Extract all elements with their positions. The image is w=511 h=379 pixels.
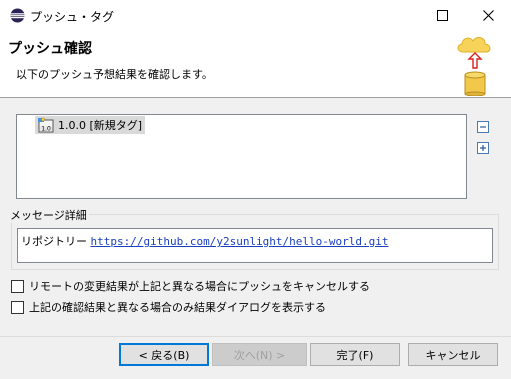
eclipse-icon [10, 8, 25, 23]
show-dialog-label: 上記の確認結果と異なる場合のみ結果ダイアログを表示する [29, 301, 326, 314]
tree-item-label: 1.0.0 [新規タグ] [58, 119, 143, 132]
repository-label: リポジトリー [21, 235, 87, 248]
maximize-button[interactable] [420, 0, 464, 31]
window-title: プッシュ・タグ [30, 10, 115, 24]
finish-button[interactable]: 完了(F) [310, 343, 400, 366]
title-bar: プッシュ・タグ [0, 0, 511, 31]
cancel-button[interactable]: キャンセル [408, 343, 498, 366]
maximize-icon [436, 10, 448, 21]
tree-item-tag[interactable]: 1.0 1.0.0 [新規タグ] [35, 116, 146, 134]
back-button[interactable]: < 戻る(B) [119, 343, 209, 366]
page-description: 以下のプッシュ予想結果を確認します。 [16, 68, 213, 81]
repository-url-link[interactable]: https://github.com/y2sunlight/hello-worl… [91, 235, 389, 248]
close-icon [482, 10, 494, 21]
wizard-banner: プッシュ確認 以下のプッシュ予想結果を確認します。 [0, 31, 511, 97]
push-result-tree[interactable]: 1.0 1.0.0 [新規タグ] [16, 114, 467, 199]
show-dialog-checkbox[interactable] [11, 300, 24, 314]
cancel-on-change-checkbox[interactable] [11, 279, 24, 293]
svg-text:1.0: 1.0 [41, 126, 51, 133]
message-details-field[interactable]: リポジトリー https://github.com/y2sunlight/hel… [17, 228, 493, 263]
push-cloud-icon [457, 36, 491, 96]
message-details-label: メッセージ詳細 [8, 207, 89, 223]
cancel-on-change-option[interactable]: リモートの変更結果が上記と異なる場合にプッシュをキャンセルする [11, 278, 370, 294]
page-title: プッシュ確認 [8, 41, 92, 57]
close-button[interactable] [466, 0, 510, 31]
cancel-on-change-label: リモートの変更結果が上記と異なる場合にプッシュをキャンセルする [29, 280, 370, 293]
next-button[interactable]: 次へ(N) > [212, 343, 307, 366]
tag-icon: 1.0 [38, 117, 54, 133]
collapse-all-icon[interactable] [476, 120, 490, 134]
expand-all-icon[interactable] [476, 141, 490, 155]
show-dialog-option[interactable]: 上記の確認結果と異なる場合のみ結果ダイアログを表示する [11, 299, 326, 315]
